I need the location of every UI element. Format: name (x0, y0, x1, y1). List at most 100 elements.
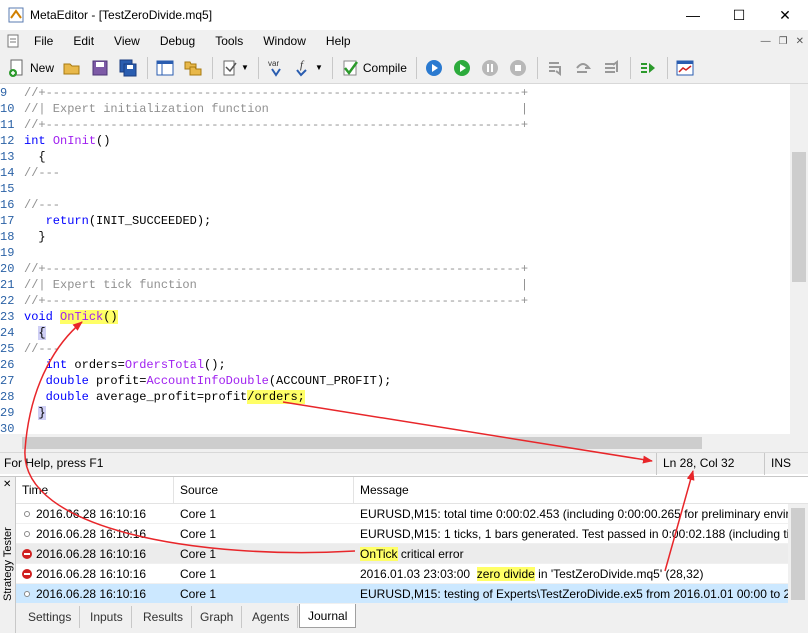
terminal-button[interactable] (672, 56, 698, 80)
document-icon[interactable] (6, 34, 20, 48)
journal-row[interactable]: 2016.06.28 16:10:16 Core 1 EURUSD,M15: t… (16, 584, 788, 603)
line-number: 20 (0, 262, 15, 276)
code-line: 26 int orders=OrdersTotal(); (0, 357, 790, 373)
save-button[interactable] (87, 56, 113, 80)
line-number: 13 (0, 150, 15, 164)
window-title: MetaEditor - [TestZeroDivide.mq5] (30, 8, 213, 22)
keyword: return (45, 214, 89, 228)
compile-button[interactable]: Compile (337, 56, 410, 80)
code-line: 23 void OnTick() (0, 309, 790, 325)
menu-view[interactable]: View (104, 30, 150, 52)
code-text: //| Expert initialization function | (24, 102, 529, 116)
editor-vertical-scrollbar[interactable] (790, 84, 808, 434)
code-editor[interactable]: 9 //+------------------------------------… (0, 84, 790, 434)
chevron-down-icon[interactable]: ▼ (241, 63, 249, 72)
line-number: 19 (0, 246, 15, 260)
step-out-icon (604, 59, 618, 73)
minimize-button[interactable]: — (670, 0, 716, 30)
close-button[interactable]: ✕ (762, 0, 808, 30)
editor-horizontal-scrollbar[interactable] (0, 434, 808, 452)
styler-icon (223, 60, 237, 75)
tab-journal[interactable]: Journal (299, 604, 357, 628)
menu-help[interactable]: Help (316, 30, 361, 52)
line-number: 18 (0, 230, 15, 244)
list-names-button[interactable]: var (263, 56, 289, 80)
main-toolbar: New ▼ var f ▼ Compile (0, 52, 808, 84)
func-label: f (300, 59, 305, 71)
navigator-button[interactable] (152, 56, 178, 80)
code-line: 15 (0, 181, 790, 197)
toolbar-separator (147, 56, 149, 79)
toolbox-button[interactable] (180, 56, 206, 80)
maximize-button[interactable]: ☐ (716, 0, 762, 30)
breakpoint-button[interactable] (635, 56, 661, 80)
code-line: 24 { (0, 325, 790, 341)
scrollbar-thumb[interactable] (791, 508, 805, 600)
menu-window[interactable]: Window (253, 30, 316, 52)
step-over-icon (576, 62, 591, 73)
mdi-close-button[interactable]: ✕ (796, 36, 804, 47)
folder-open-icon (63, 63, 80, 74)
stop-button[interactable] (505, 56, 531, 80)
menu-debug[interactable]: Debug (150, 30, 205, 52)
line-number: 24 (0, 326, 15, 340)
list-functions-button[interactable]: f ▼ (291, 56, 326, 80)
row-time: 2016.06.28 16:10:16 (36, 507, 147, 521)
new-file-icon (9, 59, 23, 77)
line-number: 11 (0, 118, 15, 132)
line-number: 10 (0, 102, 15, 116)
journal-row[interactable]: 2016.06.28 16:10:16 Core 1 EURUSD,M15: 1… (16, 524, 788, 544)
column-message[interactable]: Message (354, 477, 808, 504)
line-number: 9 (0, 86, 8, 100)
row-source: Core 1 (180, 507, 217, 521)
refresh-debug-icon (425, 59, 442, 76)
play-icon (453, 59, 470, 76)
breakpoint-arrow-icon (640, 62, 655, 73)
journal-scrollbar[interactable] (788, 504, 808, 603)
new-button[interactable]: New (4, 56, 57, 80)
code-line: 9 //+------------------------------------… (0, 85, 790, 101)
metaeditor-app-icon (8, 7, 24, 23)
tab-inputs[interactable]: Inputs (82, 606, 132, 628)
open-button[interactable] (59, 56, 85, 80)
save-all-button[interactable] (115, 56, 141, 80)
menu-edit[interactable]: Edit (63, 30, 104, 52)
folders-icon (184, 61, 202, 75)
column-source[interactable]: Source (174, 477, 354, 504)
menu-file[interactable]: File (24, 30, 63, 52)
row-message: 2016.01.03 23:03:00 zero divide in 'Test… (354, 564, 788, 584)
code-text: //+-------------------------------------… (24, 294, 529, 308)
step-out-button[interactable] (598, 56, 624, 80)
styler-button[interactable]: ▼ (217, 56, 252, 80)
scrollbar-thumb[interactable] (22, 437, 702, 449)
code-line: 20 //+-----------------------------------… (0, 261, 790, 277)
tab-settings[interactable]: Settings (20, 606, 81, 628)
start-debug-button[interactable] (449, 56, 475, 80)
chevron-down-icon[interactable]: ▼ (315, 63, 323, 72)
menu-tools[interactable]: Tools (205, 30, 253, 52)
keyword: int (24, 134, 46, 148)
journal-row[interactable]: 2016.06.28 16:10:16 Core 1 OnTick critic… (16, 544, 788, 564)
pause-button[interactable] (477, 56, 503, 80)
column-time[interactable]: Time (16, 477, 174, 504)
step-into-button[interactable] (542, 56, 568, 80)
tab-agents[interactable]: Agents (244, 606, 299, 628)
code-line: 13 { (0, 149, 790, 165)
tab-graph[interactable]: Graph (192, 606, 243, 628)
step-over-button[interactable] (570, 56, 596, 80)
tab-results[interactable]: Results (135, 606, 193, 628)
journal-row[interactable]: 2016.06.28 16:10:16 Core 1 2016.01.03 23… (16, 564, 788, 584)
start-debug-history-button[interactable] (421, 56, 447, 80)
journal-row[interactable]: 2016.06.28 16:10:16 Core 1 EURUSD,M15: t… (16, 504, 788, 524)
keyword: int (45, 358, 68, 372)
ontick-highlight: OnTick() (60, 310, 118, 324)
mdi-restore-button[interactable]: ❐ (779, 36, 788, 47)
compile-check-icon (343, 60, 358, 75)
stop-icon (509, 59, 526, 76)
scrollbar-thumb[interactable] (792, 152, 806, 282)
column-label: Message (360, 483, 409, 497)
toolbox-close-button[interactable]: ✕ (3, 479, 11, 490)
mdi-minimize-button[interactable]: — (761, 36, 771, 47)
message-text: critical error (397, 547, 464, 561)
